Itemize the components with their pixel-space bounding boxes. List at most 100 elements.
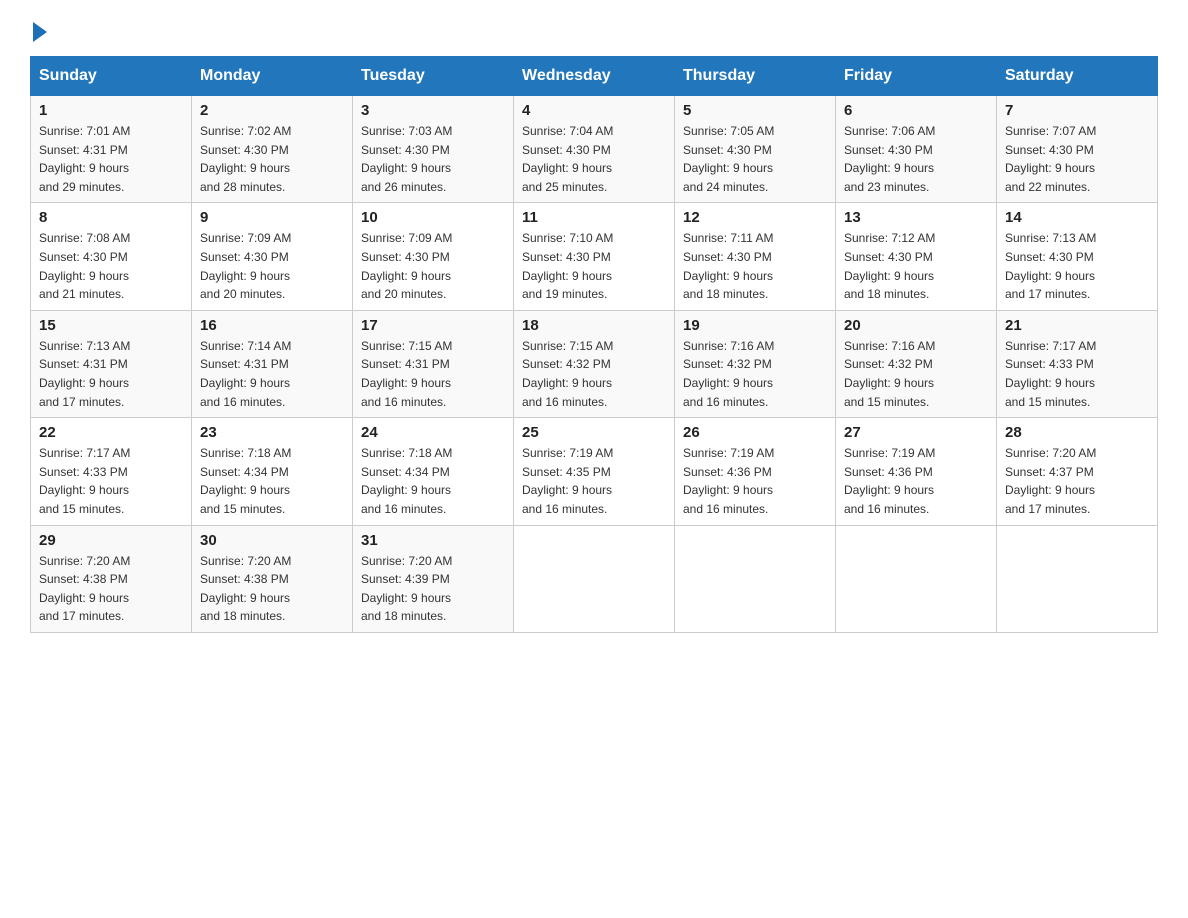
calendar-cell: 22 Sunrise: 7:17 AMSunset: 4:33 PMDayligh… bbox=[31, 418, 192, 525]
day-number: 20 bbox=[844, 317, 988, 334]
day-number: 31 bbox=[361, 532, 505, 549]
calendar-cell: 25Sunrise: 7:19 AMSunset: 4:35 PMDayligh… bbox=[514, 418, 675, 525]
day-number: 14 bbox=[1005, 209, 1149, 226]
day-number: 23 bbox=[200, 424, 344, 441]
calendar-cell: 4 Sunrise: 7:04 AMSunset: 4:30 PMDaylight… bbox=[514, 96, 675, 203]
calendar-week-row: 15Sunrise: 7:13 AMSunset: 4:31 PMDayligh… bbox=[31, 310, 1158, 417]
day-number: 13 bbox=[844, 209, 988, 226]
day-detail: Sunrise: 7:15 AMSunset: 4:31 PMDaylight:… bbox=[361, 337, 505, 411]
logo bbox=[30, 20, 47, 38]
day-detail: Sunrise: 7:04 AMSunset: 4:30 PMDaylight:… bbox=[522, 122, 666, 196]
calendar-cell: 5 Sunrise: 7:05 AMSunset: 4:30 PMDaylight… bbox=[675, 96, 836, 203]
day-number: 21 bbox=[1005, 317, 1149, 334]
day-number: 8 bbox=[39, 209, 183, 226]
day-detail: Sunrise: 7:17 AMSunset: 4:33 PMDaylight:… bbox=[1005, 337, 1149, 411]
day-number: 25 bbox=[522, 424, 666, 441]
day-detail: Sunrise: 7:06 AMSunset: 4:30 PMDaylight:… bbox=[844, 122, 988, 196]
calendar-cell: 17Sunrise: 7:15 AMSunset: 4:31 PMDayligh… bbox=[353, 310, 514, 417]
calendar-cell: 30Sunrise: 7:20 AMSunset: 4:38 PMDayligh… bbox=[192, 525, 353, 632]
day-detail: Sunrise: 7:03 AMSunset: 4:30 PMDaylight:… bbox=[361, 122, 505, 196]
calendar-cell: 13 Sunrise: 7:12 AMSunset: 4:30 PMDayligh… bbox=[836, 203, 997, 310]
day-detail: Sunrise: 7:17 AMSunset: 4:33 PMDaylight:… bbox=[39, 444, 183, 518]
day-number: 16 bbox=[200, 317, 344, 334]
day-number: 10 bbox=[361, 209, 505, 226]
day-number: 5 bbox=[683, 102, 827, 119]
day-number: 28 bbox=[1005, 424, 1149, 441]
calendar-cell: 8 Sunrise: 7:08 AMSunset: 4:30 PMDaylight… bbox=[31, 203, 192, 310]
day-detail: Sunrise: 7:12 AMSunset: 4:30 PMDaylight:… bbox=[844, 229, 988, 303]
calendar-week-row: 22 Sunrise: 7:17 AMSunset: 4:33 PMDayligh… bbox=[31, 418, 1158, 525]
column-header-friday: Friday bbox=[836, 57, 997, 96]
day-detail: Sunrise: 7:20 AMSunset: 4:38 PMDaylight:… bbox=[39, 552, 183, 626]
calendar-week-row: 1 Sunrise: 7:01 AMSunset: 4:31 PMDaylight… bbox=[31, 96, 1158, 203]
column-header-wednesday: Wednesday bbox=[514, 57, 675, 96]
calendar-cell: 24 Sunrise: 7:18 AMSunset: 4:34 PMDayligh… bbox=[353, 418, 514, 525]
day-detail: Sunrise: 7:16 AMSunset: 4:32 PMDaylight:… bbox=[844, 337, 988, 411]
day-detail: Sunrise: 7:02 AMSunset: 4:30 PMDaylight:… bbox=[200, 122, 344, 196]
calendar-cell: 31Sunrise: 7:20 AMSunset: 4:39 PMDayligh… bbox=[353, 525, 514, 632]
day-detail: Sunrise: 7:14 AMSunset: 4:31 PMDaylight:… bbox=[200, 337, 344, 411]
day-number: 6 bbox=[844, 102, 988, 119]
day-number: 22 bbox=[39, 424, 183, 441]
column-header-tuesday: Tuesday bbox=[353, 57, 514, 96]
day-number: 3 bbox=[361, 102, 505, 119]
day-number: 1 bbox=[39, 102, 183, 119]
day-detail: Sunrise: 7:15 AMSunset: 4:32 PMDaylight:… bbox=[522, 337, 666, 411]
calendar-cell: 14Sunrise: 7:13 AMSunset: 4:30 PMDayligh… bbox=[997, 203, 1158, 310]
calendar-cell: 18Sunrise: 7:15 AMSunset: 4:32 PMDayligh… bbox=[514, 310, 675, 417]
calendar-cell: 28 Sunrise: 7:20 AMSunset: 4:37 PMDayligh… bbox=[997, 418, 1158, 525]
calendar-cell: 26 Sunrise: 7:19 AMSunset: 4:36 PMDayligh… bbox=[675, 418, 836, 525]
day-number: 2 bbox=[200, 102, 344, 119]
day-detail: Sunrise: 7:13 AMSunset: 4:31 PMDaylight:… bbox=[39, 337, 183, 411]
column-header-saturday: Saturday bbox=[997, 57, 1158, 96]
day-detail: Sunrise: 7:19 AMSunset: 4:36 PMDaylight:… bbox=[844, 444, 988, 518]
day-detail: Sunrise: 7:09 AMSunset: 4:30 PMDaylight:… bbox=[361, 229, 505, 303]
calendar-cell: 10 Sunrise: 7:09 AMSunset: 4:30 PMDayligh… bbox=[353, 203, 514, 310]
calendar-cell: 16 Sunrise: 7:14 AMSunset: 4:31 PMDayligh… bbox=[192, 310, 353, 417]
day-number: 9 bbox=[200, 209, 344, 226]
day-detail: Sunrise: 7:05 AMSunset: 4:30 PMDaylight:… bbox=[683, 122, 827, 196]
calendar-cell: 23 Sunrise: 7:18 AMSunset: 4:34 PMDayligh… bbox=[192, 418, 353, 525]
day-detail: Sunrise: 7:08 AMSunset: 4:30 PMDaylight:… bbox=[39, 229, 183, 303]
day-number: 29 bbox=[39, 532, 183, 549]
day-detail: Sunrise: 7:09 AMSunset: 4:30 PMDaylight:… bbox=[200, 229, 344, 303]
calendar-week-row: 29 Sunrise: 7:20 AMSunset: 4:38 PMDayligh… bbox=[31, 525, 1158, 632]
day-number: 7 bbox=[1005, 102, 1149, 119]
calendar-header-row: SundayMondayTuesdayWednesdayThursdayFrid… bbox=[31, 57, 1158, 96]
day-detail: Sunrise: 7:18 AMSunset: 4:34 PMDaylight:… bbox=[361, 444, 505, 518]
calendar-cell: 21 Sunrise: 7:17 AMSunset: 4:33 PMDayligh… bbox=[997, 310, 1158, 417]
day-detail: Sunrise: 7:19 AMSunset: 4:36 PMDaylight:… bbox=[683, 444, 827, 518]
day-detail: Sunrise: 7:16 AMSunset: 4:32 PMDaylight:… bbox=[683, 337, 827, 411]
calendar-cell: 27Sunrise: 7:19 AMSunset: 4:36 PMDayligh… bbox=[836, 418, 997, 525]
day-detail: Sunrise: 7:20 AMSunset: 4:37 PMDaylight:… bbox=[1005, 444, 1149, 518]
calendar-cell: 3 Sunrise: 7:03 AMSunset: 4:30 PMDaylight… bbox=[353, 96, 514, 203]
day-detail: Sunrise: 7:18 AMSunset: 4:34 PMDaylight:… bbox=[200, 444, 344, 518]
day-detail: Sunrise: 7:11 AMSunset: 4:30 PMDaylight:… bbox=[683, 229, 827, 303]
day-detail: Sunrise: 7:20 AMSunset: 4:38 PMDaylight:… bbox=[200, 552, 344, 626]
calendar-table: SundayMondayTuesdayWednesdayThursdayFrid… bbox=[30, 56, 1158, 633]
page-header bbox=[30, 20, 1158, 38]
column-header-sunday: Sunday bbox=[31, 57, 192, 96]
calendar-cell bbox=[836, 525, 997, 632]
day-number: 11 bbox=[522, 209, 666, 226]
calendar-cell: 1 Sunrise: 7:01 AMSunset: 4:31 PMDaylight… bbox=[31, 96, 192, 203]
day-number: 4 bbox=[522, 102, 666, 119]
logo-arrow-icon bbox=[33, 22, 47, 42]
column-header-thursday: Thursday bbox=[675, 57, 836, 96]
day-number: 24 bbox=[361, 424, 505, 441]
calendar-cell bbox=[997, 525, 1158, 632]
calendar-cell: 12Sunrise: 7:11 AMSunset: 4:30 PMDayligh… bbox=[675, 203, 836, 310]
day-detail: Sunrise: 7:01 AMSunset: 4:31 PMDaylight:… bbox=[39, 122, 183, 196]
calendar-week-row: 8 Sunrise: 7:08 AMSunset: 4:30 PMDaylight… bbox=[31, 203, 1158, 310]
day-number: 26 bbox=[683, 424, 827, 441]
column-header-monday: Monday bbox=[192, 57, 353, 96]
calendar-cell bbox=[514, 525, 675, 632]
calendar-cell: 6 Sunrise: 7:06 AMSunset: 4:30 PMDaylight… bbox=[836, 96, 997, 203]
calendar-cell bbox=[675, 525, 836, 632]
calendar-cell: 29 Sunrise: 7:20 AMSunset: 4:38 PMDayligh… bbox=[31, 525, 192, 632]
day-number: 19 bbox=[683, 317, 827, 334]
calendar-cell: 9 Sunrise: 7:09 AMSunset: 4:30 PMDaylight… bbox=[192, 203, 353, 310]
calendar-cell: 7Sunrise: 7:07 AMSunset: 4:30 PMDaylight… bbox=[997, 96, 1158, 203]
calendar-cell: 19 Sunrise: 7:16 AMSunset: 4:32 PMDayligh… bbox=[675, 310, 836, 417]
calendar-cell: 2 Sunrise: 7:02 AMSunset: 4:30 PMDaylight… bbox=[192, 96, 353, 203]
